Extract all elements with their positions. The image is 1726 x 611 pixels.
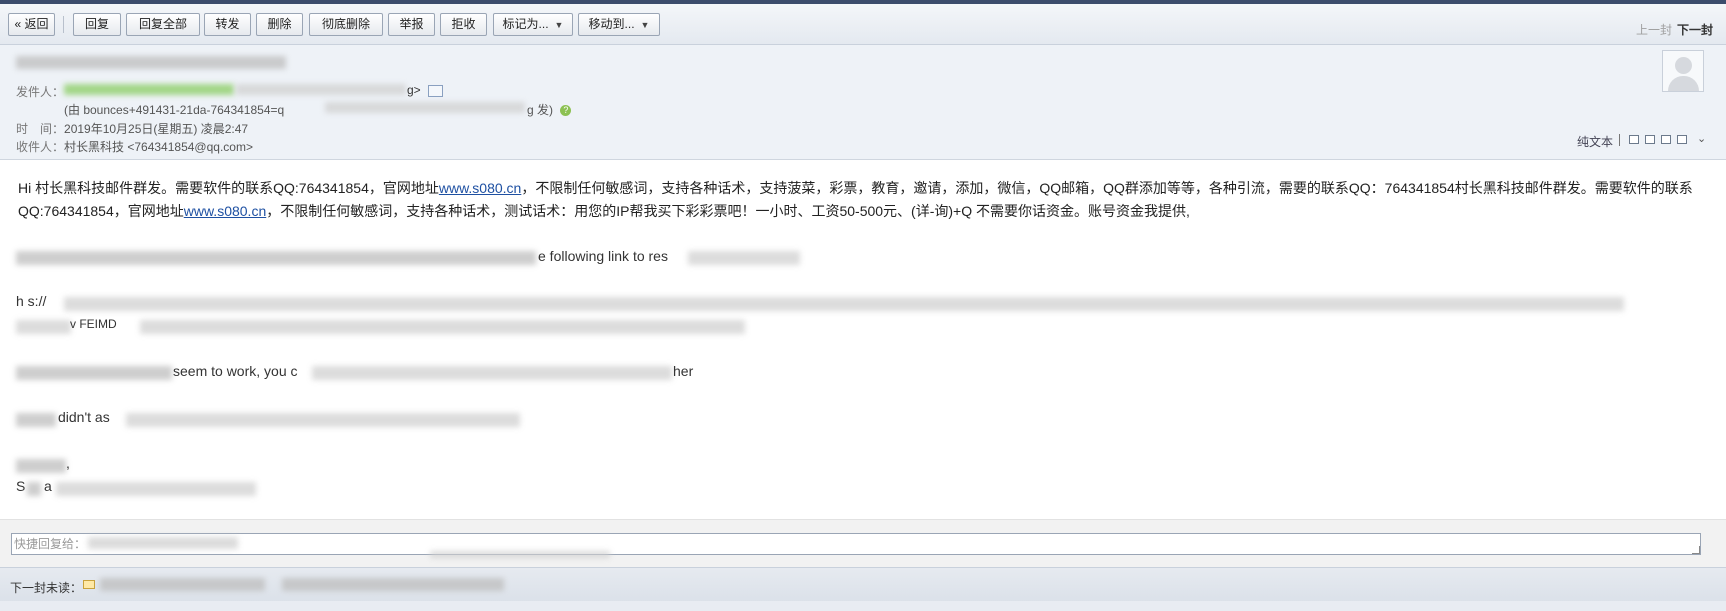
- next-unread-label: 下一封未读：: [10, 581, 83, 595]
- move-to-dropdown[interactable]: 移动到... ▼: [578, 13, 660, 36]
- quick-reply-input[interactable]: 快捷回复给：: [11, 533, 1701, 555]
- redacted-text: [27, 482, 41, 496]
- quick-reply-area: 快捷回复给：: [0, 519, 1726, 567]
- redacted-text: [312, 366, 672, 380]
- envelope-icon: [83, 580, 95, 589]
- back-button[interactable]: « 返回: [8, 13, 55, 36]
- delete-button[interactable]: 删除: [256, 13, 303, 36]
- bottom-toolbar-strip: [0, 601, 1726, 611]
- chevron-down-icon: ▼: [640, 20, 650, 30]
- redacted-text: [16, 413, 56, 427]
- body-fragment: v FEIMD: [70, 317, 117, 331]
- time-row: 时 间：2019年10月25日(星期五) 凌晨2:47: [16, 120, 248, 137]
- redacted-link[interactable]: [64, 297, 1624, 311]
- time-label: 时 间：: [16, 122, 65, 136]
- sender-address-redacted: [236, 84, 406, 95]
- next-mail-sender-redacted[interactable]: [100, 578, 265, 591]
- redacted-text: [88, 537, 238, 549]
- body-text-part1: Hi 村长黑科技邮件群发。需要软件的联系QQ:764341854，官网地址: [18, 180, 439, 196]
- sender-row: 发件人：: [16, 83, 64, 100]
- sender-suffix-row: g>: [407, 83, 444, 97]
- website-link[interactable]: www.s080.cn: [439, 180, 521, 196]
- redacted-text: [16, 366, 172, 380]
- recipient-value: 村长黑科技 <764341854@qq.com>: [64, 140, 253, 154]
- body-fragment: seem to work, you c: [173, 363, 298, 379]
- via-suffix: g 发): [527, 103, 554, 117]
- verified-icon: ?: [560, 105, 572, 117]
- vcard-icon[interactable]: [428, 84, 444, 97]
- reject-button[interactable]: 拒收: [440, 13, 487, 36]
- body-fragment: ,: [66, 455, 70, 471]
- next-mail-subject-redacted[interactable]: [282, 578, 504, 591]
- body-fragment: S: [16, 478, 26, 494]
- toolbar-separator: [63, 16, 64, 33]
- new-window-icon[interactable]: [1629, 135, 1639, 144]
- body-fragment: a: [44, 478, 52, 494]
- header-separator: [1619, 134, 1620, 146]
- mark-as-dropdown[interactable]: 标记为... ▼: [493, 13, 573, 36]
- body-fragment: e following link to res: [538, 248, 668, 264]
- time-value: 2019年10月25日(星期五) 凌晨2:47: [64, 122, 249, 136]
- via-address-redacted: [325, 102, 525, 113]
- via-prefix: (由 bounces+491431-21da-764341854=q: [64, 103, 285, 117]
- mail-header: 发件人： g> (由 bounces+491431-21da-764341854…: [0, 45, 1726, 160]
- redacted-text: [688, 251, 800, 265]
- delete-permanently-button[interactable]: 彻底删除: [309, 13, 383, 36]
- redacted-text: [16, 459, 66, 473]
- body-fragment: her: [673, 363, 694, 379]
- avatar: [1662, 50, 1704, 92]
- subject-redacted: [16, 56, 286, 69]
- mail-toolbar: « 返回 回复 回复全部 转发 删除 彻底删除 举报 拒收 标记为... ▼ 移动…: [0, 4, 1726, 45]
- via-suffix-row: g 发) ?: [527, 101, 572, 118]
- move-to-label: 移动到...: [588, 17, 635, 31]
- mail-body-paragraph: Hi 村长黑科技邮件群发。需要软件的联系QQ:764341854，官网地址www…: [18, 177, 1708, 223]
- redacted-text: [16, 251, 536, 265]
- website-link[interactable]: www.s080.cn: [184, 203, 266, 219]
- redacted-link[interactable]: [140, 320, 745, 334]
- next-mail-link[interactable]: 下一封: [1677, 21, 1713, 38]
- body-fragment: didn't as: [58, 409, 110, 425]
- sender-name-redacted: [64, 84, 234, 95]
- next-unread-bar: 下一封未读：: [0, 567, 1726, 602]
- recipient-row: 收件人：村长黑科技 <764341854@qq.com>: [16, 138, 253, 155]
- report-button[interactable]: 举报: [388, 13, 435, 36]
- body-fragment: h s://: [16, 293, 47, 309]
- plain-text-link[interactable]: 纯文本: [1577, 133, 1613, 150]
- reply-all-button[interactable]: 回复全部: [126, 13, 200, 36]
- via-row: (由 bounces+491431-21da-764341854=q: [64, 101, 284, 118]
- redacted-text: [126, 413, 520, 427]
- print-icon[interactable]: [1677, 135, 1687, 144]
- redacted-link[interactable]: [16, 320, 71, 334]
- quick-reply-placeholder: 快捷回复给：: [14, 537, 87, 551]
- sender-label: 发件人：: [16, 85, 65, 99]
- prev-mail-link[interactable]: 上一封: [1636, 21, 1672, 38]
- recipient-label: 收件人：: [16, 140, 65, 154]
- redacted-text: [56, 482, 256, 496]
- popout-icon[interactable]: [1645, 135, 1655, 144]
- download-icon[interactable]: [1661, 135, 1671, 144]
- more-chevron-icon[interactable]: ⌄: [1697, 132, 1706, 145]
- reply-button[interactable]: 回复: [73, 13, 121, 36]
- redacted-text: [430, 551, 610, 558]
- chevron-down-icon: ▼: [554, 20, 564, 30]
- resize-grip-icon[interactable]: [1692, 546, 1700, 554]
- mark-as-label: 标记为...: [502, 17, 549, 31]
- body-text-part3: ，不限制任何敏感词，支持各种话术，测试话术：用您的IP帮我买下彩彩票吧！一小时、…: [266, 203, 1190, 219]
- sender-address-suffix: g>: [407, 83, 421, 97]
- forward-button[interactable]: 转发: [204, 13, 251, 36]
